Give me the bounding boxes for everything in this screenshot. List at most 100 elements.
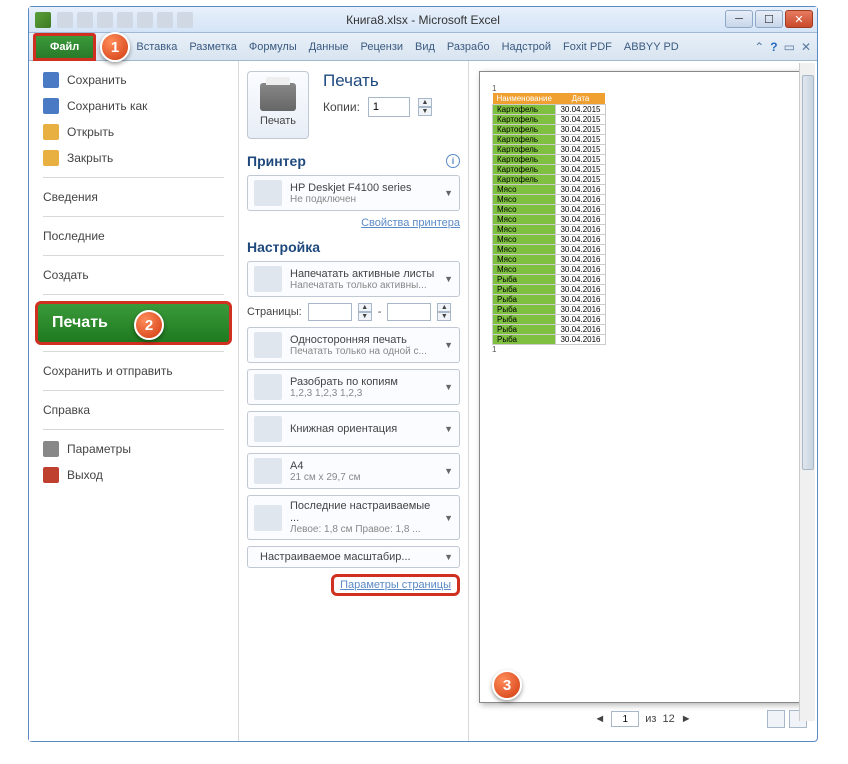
ribbon-tab[interactable]: Вставка — [130, 37, 183, 57]
ribbon-tab[interactable]: ABBYY PD — [618, 37, 685, 57]
save-icon — [43, 72, 59, 88]
margins-dropdown[interactable]: Последние настраиваемые ...Левое: 1,8 см… — [247, 495, 460, 540]
doc-close-icon[interactable]: ✕ — [801, 40, 811, 54]
qat-undo-icon[interactable] — [77, 12, 93, 28]
ribbon-tab[interactable]: Вид — [409, 37, 441, 57]
copies-label: Копии: — [323, 100, 360, 114]
chevron-down-icon: ▼ — [444, 340, 453, 350]
print-title: Печать — [323, 71, 460, 91]
one-sided-icon — [254, 332, 282, 358]
qat-button[interactable] — [117, 12, 133, 28]
chevron-down-icon: ▼ — [444, 552, 453, 562]
ribbon-minimize-icon[interactable]: ⌃ — [754, 40, 764, 54]
save-as-icon — [43, 98, 59, 114]
file-tab[interactable]: Файл — [33, 33, 96, 61]
ribbon-tab[interactable]: Рецензи — [354, 37, 409, 57]
page-from-up[interactable]: ▲ — [358, 303, 372, 312]
page-to-input[interactable] — [387, 303, 431, 321]
ribbon-tab[interactable]: Разметка — [183, 37, 243, 57]
collate-icon — [254, 374, 282, 400]
help-icon[interactable]: ? — [770, 40, 777, 54]
close-folder-icon — [43, 150, 59, 166]
ribbon-tab[interactable]: Разрабо — [441, 37, 496, 57]
nav-open[interactable]: Открыть — [29, 119, 238, 145]
ribbon-tab[interactable]: Формулы — [243, 37, 303, 57]
copies-input[interactable] — [368, 97, 410, 117]
qat-redo-icon[interactable] — [97, 12, 113, 28]
nav-help[interactable]: Справка — [29, 397, 238, 423]
window-restore-icon[interactable]: ▭ — [784, 40, 795, 54]
copies-up[interactable]: ▲ — [418, 98, 432, 107]
nav-recent[interactable]: Последние — [29, 223, 238, 249]
exit-icon — [43, 467, 59, 483]
pages-label: Страницы: — [247, 306, 302, 318]
options-icon — [43, 441, 59, 457]
nav-options[interactable]: Параметры — [29, 436, 238, 462]
preview-pagination: ◄ из 12 ► — [479, 707, 807, 731]
ribbon-tab[interactable]: Foxit PDF — [557, 37, 618, 57]
qat-button[interactable] — [157, 12, 173, 28]
scrollbar-vertical[interactable] — [799, 63, 815, 721]
preview-table: НаименованиеДата Картофель30.04.2015Карт… — [492, 93, 606, 345]
qat-button[interactable] — [177, 12, 193, 28]
info-icon[interactable]: i — [446, 154, 460, 168]
quick-access-toolbar — [57, 12, 193, 28]
page-setup-link[interactable]: Параметры страницы — [340, 579, 451, 591]
settings-section-title: Настройка — [247, 239, 320, 255]
printer-icon — [260, 83, 296, 111]
sheets-icon — [254, 266, 282, 292]
printer-device-icon — [254, 180, 282, 206]
chevron-down-icon: ▼ — [444, 424, 453, 434]
nav-save-as[interactable]: Сохранить как — [29, 93, 238, 119]
print-what-dropdown[interactable]: Напечатать активные листыНапечатать толь… — [247, 261, 460, 297]
printer-dropdown[interactable]: HP Deskjet F4100 seriesНе подключен ▼ — [247, 175, 460, 211]
current-page-input[interactable] — [611, 711, 639, 727]
ribbon-tab[interactable]: Данные — [303, 37, 355, 57]
chevron-down-icon: ▼ — [444, 513, 453, 523]
qat-button[interactable] — [137, 12, 153, 28]
print-button[interactable]: Печать — [247, 71, 309, 139]
preview-page: 1 НаименованиеДата Картофель30.04.2015Ка… — [479, 71, 807, 703]
scale-dropdown[interactable]: Настраиваемое масштабир... ▼ — [247, 546, 460, 568]
page-to-up[interactable]: ▲ — [437, 303, 451, 312]
prev-page-button[interactable]: ◄ — [594, 713, 605, 725]
window-title: Книга8.xlsx - Microsoft Excel — [346, 13, 500, 27]
titlebar: Книга8.xlsx - Microsoft Excel ─ ☐ ✕ — [29, 7, 817, 33]
nav-close[interactable]: Закрыть — [29, 145, 238, 171]
print-preview: 1 НаименованиеДата Картофель30.04.2015Ка… — [469, 61, 817, 741]
callout-1: 1 — [100, 32, 130, 62]
callout-2: 2 — [134, 310, 164, 340]
next-page-button[interactable]: ► — [681, 713, 692, 725]
callout-3: 3 — [492, 670, 522, 700]
nav-exit[interactable]: Выход — [29, 462, 238, 488]
page-to-down[interactable]: ▼ — [437, 312, 451, 321]
ribbon-tabs: Файл наяВставкаРазметкаФормулыДанныеРеце… — [29, 33, 817, 61]
copies-down[interactable]: ▼ — [418, 107, 432, 116]
orientation-dropdown[interactable]: Книжная ориентация ▼ — [247, 411, 460, 447]
maximize-button[interactable]: ☐ — [755, 10, 783, 28]
app-icon — [35, 12, 51, 28]
paper-dropdown[interactable]: A421 см x 29,7 см ▼ — [247, 453, 460, 489]
close-button[interactable]: ✕ — [785, 10, 813, 28]
qat-save-icon[interactable] — [57, 12, 73, 28]
printer-properties-link[interactable]: Свойства принтера — [361, 217, 460, 229]
minimize-button[interactable]: ─ — [725, 10, 753, 28]
chevron-down-icon: ▼ — [444, 382, 453, 392]
print-settings-panel: Печать Печать Копии: ▲ ▼ — [239, 61, 469, 741]
nav-save[interactable]: Сохранить — [29, 67, 238, 93]
nav-new[interactable]: Создать — [29, 262, 238, 288]
ribbon-tab[interactable]: Надстрой — [496, 37, 557, 57]
nav-send[interactable]: Сохранить и отправить — [29, 358, 238, 384]
portrait-icon — [254, 416, 282, 442]
collate-dropdown[interactable]: Разобрать по копиям1,2,3 1,2,3 1,2,3 ▼ — [247, 369, 460, 405]
printer-section-title: Принтер — [247, 153, 306, 169]
page-from-down[interactable]: ▼ — [358, 312, 372, 321]
nav-info[interactable]: Сведения — [29, 184, 238, 210]
sides-dropdown[interactable]: Односторонняя печатьПечатать только на о… — [247, 327, 460, 363]
chevron-down-icon: ▼ — [444, 274, 453, 284]
backstage-nav: Сохранить Сохранить как Открыть Закрыть … — [29, 61, 239, 741]
show-margins-button[interactable] — [767, 710, 785, 728]
paper-icon — [254, 458, 282, 484]
page-from-input[interactable] — [308, 303, 352, 321]
margins-icon — [254, 505, 282, 531]
